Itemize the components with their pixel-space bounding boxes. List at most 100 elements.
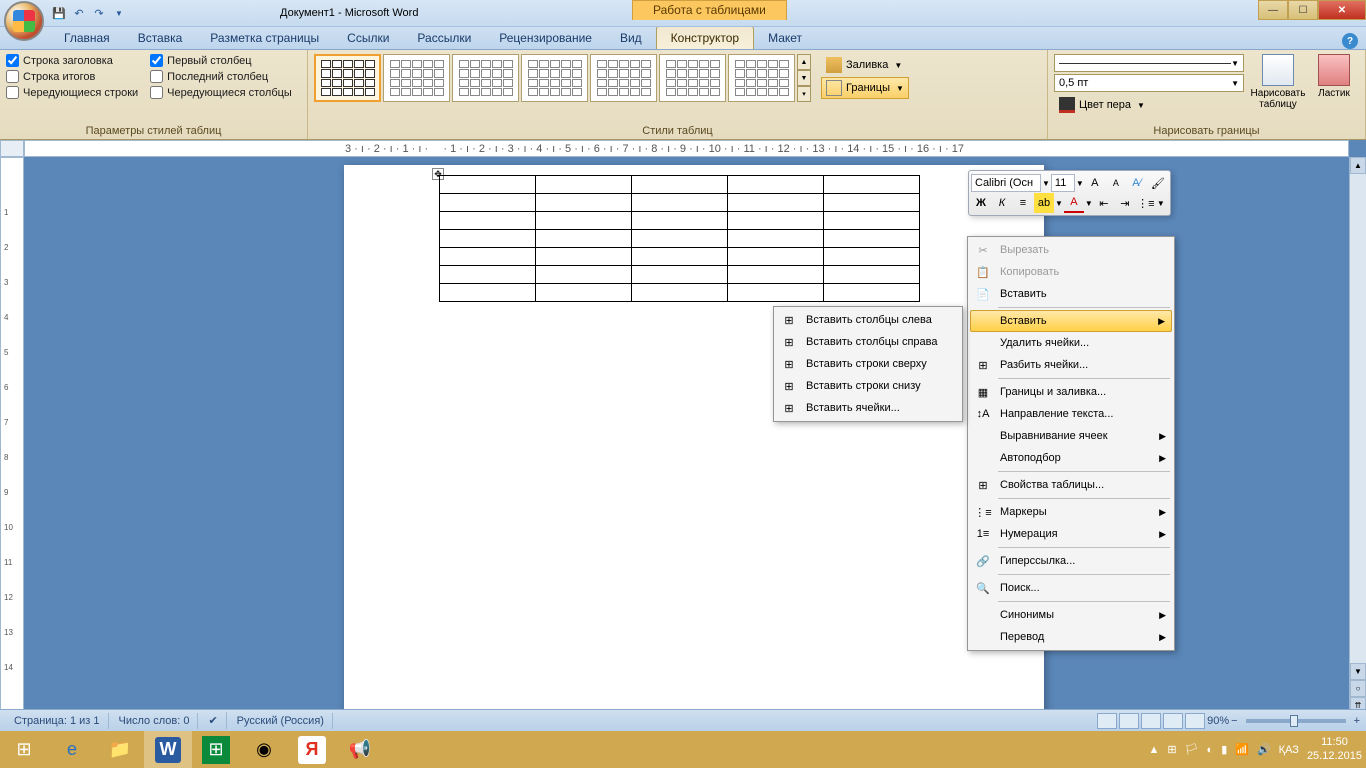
close-button[interactable]: ✕	[1318, 0, 1366, 20]
sm-rows-above[interactable]: ⊞Вставить строки сверху	[776, 353, 960, 375]
cm-hyperlink[interactable]: 🔗Гиперссылка...	[970, 550, 1172, 572]
vertical-scrollbar[interactable]: ▲ ▼ ○ ⇈ ⇊	[1349, 157, 1366, 731]
tray-battery-icon[interactable]: ▮	[1221, 743, 1227, 756]
view-web[interactable]	[1141, 713, 1161, 729]
status-page[interactable]: Страница: 1 из 1	[6, 713, 109, 729]
tab-home[interactable]: Главная	[50, 27, 124, 49]
chk-total-row[interactable]: Строка итогов	[6, 70, 138, 83]
scroll-down-icon[interactable]: ▼	[1350, 663, 1366, 680]
status-lang[interactable]: Русский (Россия)	[229, 713, 333, 729]
table-style-2[interactable]	[383, 54, 450, 102]
chk-last-col[interactable]: Последний столбец	[150, 70, 292, 83]
tab-page-layout[interactable]: Разметка страницы	[196, 27, 333, 49]
minimize-button[interactable]: —	[1258, 0, 1288, 20]
eraser-button[interactable]: Ластик	[1312, 54, 1356, 99]
sm-ins-cells[interactable]: ⊞Вставить ячейки...	[776, 397, 960, 419]
help-button[interactable]: ?	[1342, 33, 1358, 49]
cm-numbering[interactable]: 1≡Нумерация▶	[970, 523, 1172, 545]
gallery-more-button[interactable]: ▾	[797, 86, 811, 102]
bullets-icon[interactable]: ⋮≡	[1136, 193, 1156, 213]
chk-banded-cols[interactable]: Чередующиеся столбцы	[150, 86, 292, 99]
cm-table-props[interactable]: ⊞Свойства таблицы...	[970, 474, 1172, 496]
shading-button[interactable]: Заливка▼	[821, 54, 909, 76]
gallery-up-button[interactable]: ▲	[797, 54, 811, 70]
scroll-up-icon[interactable]: ▲	[1350, 157, 1366, 174]
increase-indent-icon[interactable]: ⇥	[1115, 193, 1135, 213]
font-select[interactable]	[971, 174, 1041, 192]
tab-insert[interactable]: Вставка	[124, 27, 197, 49]
tab-references[interactable]: Ссылки	[333, 27, 403, 49]
view-reading[interactable]	[1119, 713, 1139, 729]
taskbar-ie[interactable]: e	[48, 731, 96, 768]
decrease-indent-icon[interactable]: ⇤	[1094, 193, 1114, 213]
align-center-icon[interactable]: ≡	[1013, 193, 1033, 213]
table-style-4[interactable]	[521, 54, 588, 102]
ruler-corner[interactable]	[0, 140, 24, 157]
status-proofing[interactable]: ✔	[200, 712, 226, 729]
grow-font-icon[interactable]: A	[1085, 173, 1105, 193]
cm-text-direction[interactable]: ↕AНаправление текста...	[970, 403, 1172, 425]
zoom-slider[interactable]	[1246, 719, 1346, 723]
format-painter-icon[interactable]: 🖌	[1148, 173, 1168, 193]
taskbar-yandex[interactable]: Я	[288, 731, 336, 768]
office-button[interactable]	[4, 1, 44, 41]
save-icon[interactable]: 💾	[50, 4, 68, 22]
tray-icon-1[interactable]: ⊞	[1167, 743, 1176, 756]
taskbar-explorer[interactable]: 📁	[96, 731, 144, 768]
pen-color-button[interactable]: Цвет пера▼	[1054, 94, 1244, 116]
table-style-6[interactable]	[659, 54, 726, 102]
font-size-select[interactable]	[1051, 174, 1075, 192]
sm-cols-right[interactable]: ⊞Вставить столбцы справа	[776, 331, 960, 353]
tab-view[interactable]: Вид	[606, 27, 656, 49]
gallery-down-button[interactable]: ▼	[797, 70, 811, 86]
zoom-out-button[interactable]: −	[1231, 715, 1237, 727]
cm-copy[interactable]: 📋Копировать	[970, 261, 1172, 283]
browse-object-icon[interactable]: ○	[1350, 680, 1366, 697]
tray-flag-icon[interactable]: 🏳	[1185, 743, 1199, 756]
document-page[interactable]: ✥	[344, 165, 1044, 731]
italic-button[interactable]: К	[992, 193, 1012, 213]
font-color-icon[interactable]: А	[1064, 193, 1084, 213]
tab-layout[interactable]: Макет	[754, 27, 816, 49]
shrink-font-icon[interactable]: A	[1106, 173, 1126, 193]
tray-wifi-icon[interactable]: 📶	[1235, 743, 1249, 756]
style-icon[interactable]: А⁄	[1127, 173, 1147, 193]
cm-bullets[interactable]: ⋮≡Маркеры▶	[970, 501, 1172, 523]
cm-find[interactable]: 🔍Поиск...	[970, 577, 1172, 599]
highlight-icon[interactable]: ab	[1034, 193, 1054, 213]
sm-cols-left[interactable]: ⊞Вставить столбцы слева	[776, 309, 960, 331]
view-print-layout[interactable]	[1097, 713, 1117, 729]
borders-button[interactable]: Границы▼	[821, 77, 909, 99]
taskbar-chrome[interactable]: ◉	[240, 731, 288, 768]
cm-autofit[interactable]: Автоподбор▶	[970, 447, 1172, 469]
cm-delete-cells[interactable]: Удалить ячейки...	[970, 332, 1172, 354]
table-style-7[interactable]	[728, 54, 795, 102]
start-button[interactable]: ⊞	[0, 731, 48, 768]
tray-av-icon[interactable]: ◐	[1207, 744, 1214, 756]
tray-volume-icon[interactable]: 🔊	[1257, 743, 1271, 756]
chk-header-row[interactable]: Строка заголовка	[6, 54, 138, 67]
undo-icon[interactable]: ↶	[70, 4, 88, 22]
tab-mailings[interactable]: Рассылки	[403, 27, 485, 49]
cm-cut[interactable]: ✂Вырезать	[970, 239, 1172, 261]
taskbar-word[interactable]: W	[144, 731, 192, 768]
tray-up-icon[interactable]: ▲	[1148, 744, 1159, 756]
taskbar-store[interactable]: ⊞	[192, 731, 240, 768]
chk-banded-rows[interactable]: Чередующиеся строки	[6, 86, 138, 99]
view-draft[interactable]	[1185, 713, 1205, 729]
cm-borders[interactable]: ▦Границы и заливка...	[970, 381, 1172, 403]
line-style-select[interactable]: ▼	[1054, 54, 1244, 72]
view-outline[interactable]	[1163, 713, 1183, 729]
cm-split-cells[interactable]: ⊞Разбить ячейки...	[970, 354, 1172, 376]
sm-rows-below[interactable]: ⊞Вставить строки снизу	[776, 375, 960, 397]
cm-translate[interactable]: Перевод▶	[970, 626, 1172, 648]
cm-synonyms[interactable]: Синонимы▶	[970, 604, 1172, 626]
draw-table-button[interactable]: Нарисовать таблицу	[1248, 54, 1308, 110]
vertical-ruler[interactable]: 12 34 56 78 910 1112 1314	[0, 157, 24, 731]
table-style-1[interactable]	[314, 54, 381, 102]
taskbar-lang[interactable]: ҚАЗ	[1279, 744, 1299, 756]
bold-button[interactable]: Ж	[971, 193, 991, 213]
qat-dropdown-icon[interactable]: ▼	[110, 4, 128, 22]
chk-first-col[interactable]: Первый столбец	[150, 54, 292, 67]
cm-insert[interactable]: Вставить▶	[970, 310, 1172, 332]
